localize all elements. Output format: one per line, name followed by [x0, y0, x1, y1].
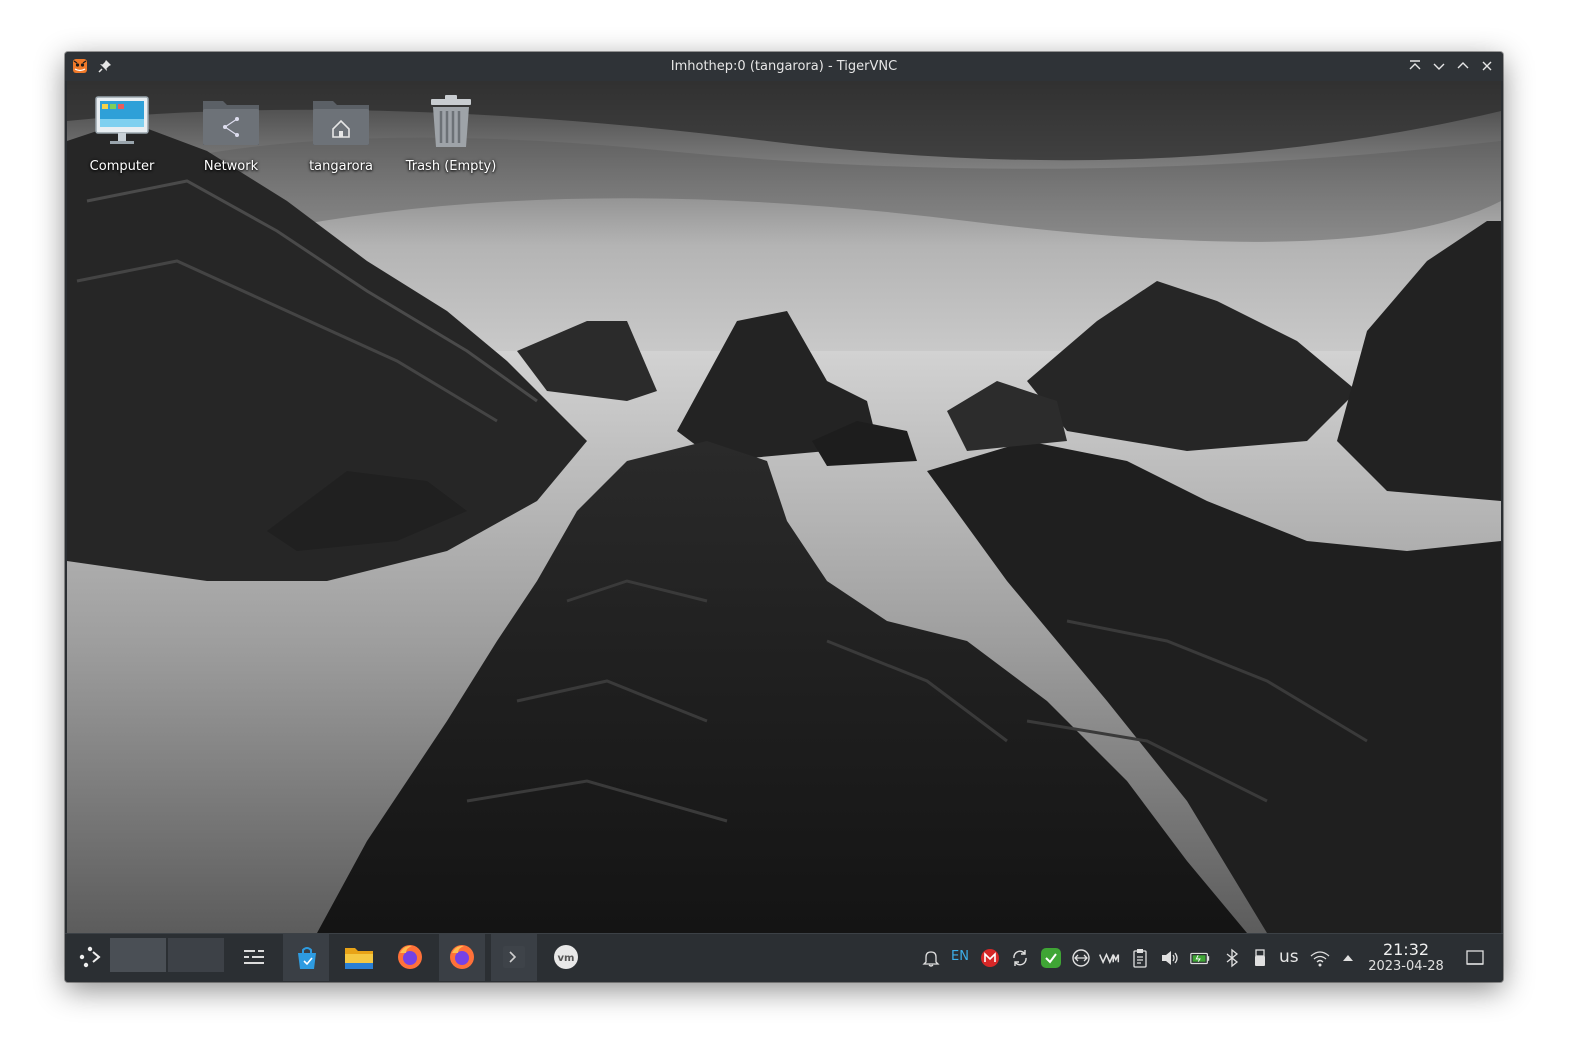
task-firefox-2[interactable]	[439, 934, 485, 981]
desktop-icon-computer[interactable]: Computer	[70, 91, 174, 174]
maximize-icon[interactable]	[1454, 57, 1472, 75]
application-launcher-icon	[79, 946, 101, 968]
show-hidden-icons-arrow-icon[interactable]	[1337, 947, 1359, 969]
keep-above-icon[interactable]	[1406, 57, 1424, 75]
file-manager-icon	[345, 948, 373, 969]
firefox-icon	[398, 945, 422, 969]
updates-sync-icon[interactable]	[1009, 947, 1031, 969]
wifi-icon[interactable]	[1309, 947, 1331, 969]
desktop-icon-label: Computer	[89, 159, 155, 174]
connect-icon[interactable]	[1070, 947, 1092, 969]
keyboard-layout-indicator[interactable]: us	[1279, 947, 1299, 967]
title-bar[interactable]: Imhothep:0 (tangarora) - TigerVNC	[65, 52, 1503, 81]
show-desktop-icon[interactable]	[1464, 947, 1486, 969]
virtual-desktop-2[interactable]	[167, 937, 225, 973]
task-vmware[interactable]: vm	[543, 934, 589, 981]
check-status-icon[interactable]	[1040, 947, 1062, 969]
vmware-tray-icon[interactable]	[1098, 947, 1120, 969]
trash-icon	[431, 95, 471, 147]
task-file-manager[interactable]	[335, 934, 381, 981]
volume-icon[interactable]	[1159, 947, 1181, 969]
task-firefox-1[interactable]	[387, 934, 433, 981]
mail-notifier-icon[interactable]	[979, 947, 1001, 969]
bluetooth-icon[interactable]	[1221, 947, 1243, 969]
network-folder-icon	[203, 101, 259, 145]
firefox-icon	[450, 945, 474, 969]
remote-taskbar: vm EN us 21:32 2023-04-28	[65, 933, 1503, 982]
vmware-icon: vm	[554, 945, 578, 969]
wallpaper-rocky-coast	[67, 81, 1501, 933]
software-store-icon	[298, 947, 316, 969]
clipboard-icon[interactable]	[1129, 947, 1151, 969]
notifications-bell-icon[interactable]	[920, 947, 942, 969]
computer-icon	[95, 96, 149, 144]
battery-icon[interactable]	[1189, 947, 1211, 969]
virtual-desktop-1[interactable]	[109, 937, 167, 973]
desktop-icon-trash[interactable]: Trash (Empty)	[399, 91, 503, 174]
removable-device-icon[interactable]	[1249, 947, 1271, 969]
svg-text:vm: vm	[558, 953, 575, 964]
close-icon[interactable]	[1478, 57, 1496, 75]
minimize-icon[interactable]	[1430, 57, 1448, 75]
task-overview-button[interactable]	[231, 934, 277, 981]
desktop-icon-network[interactable]: Network	[179, 91, 283, 174]
overview-icon	[244, 949, 264, 964]
clock-time[interactable]: 21:32	[1361, 940, 1451, 959]
home-folder-icon	[313, 101, 369, 145]
desktop-icon-label: Trash (Empty)	[405, 159, 497, 174]
task-software-store[interactable]	[283, 934, 329, 981]
desktop-icon-home[interactable]: tangarora	[289, 91, 393, 174]
task-terminal[interactable]	[491, 934, 537, 981]
remote-desktop[interactable]: Computer Network tangarora Trash (Empty)	[67, 81, 1501, 933]
window-title: Imhothep:0 (tangarora) - TigerVNC	[670, 59, 898, 74]
tigervnc-window: Imhothep:0 (tangarora) - TigerVNC Comput…	[65, 52, 1503, 982]
application-launcher-button[interactable]	[71, 934, 107, 981]
desktop-icon-label: tangarora	[309, 159, 373, 174]
desktop-icon-label: Network	[203, 159, 259, 174]
terminal-icon	[503, 946, 525, 968]
input-language-indicator[interactable]: EN	[951, 949, 969, 964]
clock-date[interactable]: 2023-04-28	[1361, 959, 1451, 974]
